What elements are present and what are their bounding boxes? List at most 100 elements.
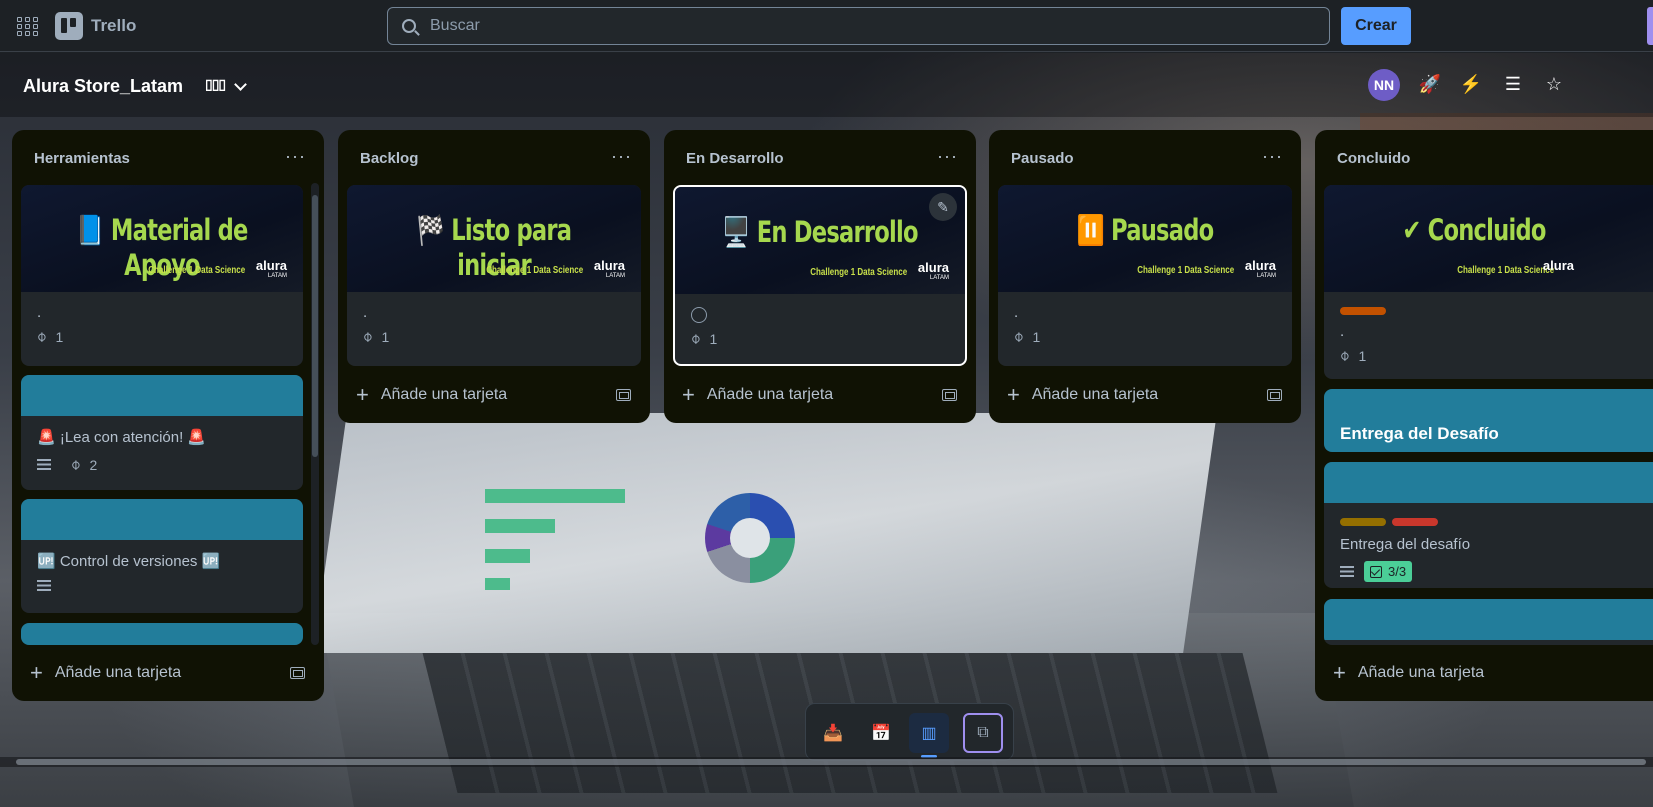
paperclip-icon: ⌀ [686,329,704,347]
plus-icon: + [682,382,695,407]
add-card-button[interactable]: + Añade una tarjeta [30,660,182,685]
list-menu-icon[interactable]: ··· [285,146,306,167]
card-title: . [1340,323,1345,340]
search-input[interactable] [430,17,1310,35]
trello-logo[interactable]: Trello [55,12,136,40]
card-entrega-del-desafio-cover[interactable]: Entrega del Desafío [1324,389,1653,452]
list-title[interactable]: Pausado [1011,150,1074,167]
add-card-label: Añade una tarjeta [1357,664,1485,681]
plus-icon: + [356,382,369,407]
card-entrega-del-desafio[interactable]: Entrega del desafío 3/3 [1324,462,1653,588]
top-navigation-bar: Trello Crear [0,0,1653,52]
description-icon [37,459,51,470]
cover-brand: alura LATAM [594,259,625,281]
app-name: Trello [91,16,137,35]
card-cover: 🖥️ En Desarrollo Challenge 1 Data Scienc… [675,187,965,294]
cover-brand: alura [1542,258,1574,273]
card-cover: ⏸️ Pausado Challenge 1 Data Science alur… [998,185,1292,292]
list-title[interactable]: En Desarrollo [686,150,784,167]
card-cover [21,499,303,540]
apps-grid-icon[interactable] [17,17,38,36]
search-bar[interactable] [387,7,1330,45]
cover-subtitle: Challenge 1 Data Science [810,267,907,278]
card-cover [21,623,303,645]
card-control-de-versiones[interactable]: 🆙 Control de versiones 🆙 [21,499,303,613]
card-partial[interactable] [21,623,303,645]
attachment-count: 1 [381,328,390,345]
card-template-icon[interactable] [1267,389,1282,401]
switch-boards-icon[interactable]: ⧉ [963,713,1003,753]
plus-icon: + [1333,660,1346,685]
card-pausado[interactable]: ⏸️ Pausado Challenge 1 Data Science alur… [998,185,1292,366]
cover-brand: alura LATAM [1245,259,1276,281]
list-title[interactable]: Backlog [360,150,418,167]
board-horizontal-scrollbar[interactable] [0,757,1653,767]
view-switcher: 📥 📅 ▥ ⧉ [805,703,1014,761]
list-title[interactable]: Concluido [1337,150,1410,167]
label-red[interactable] [1392,518,1439,526]
search-icon [402,19,416,33]
card-title: Entrega del Desafío [1340,424,1499,443]
list-menu-icon[interactable]: ··· [611,146,632,167]
plus-icon: + [1007,382,1020,407]
add-card-button[interactable]: + Añade una tarjeta [356,382,508,407]
star-icon[interactable]: ☆ [1543,73,1565,95]
edit-icon[interactable]: ✎ [929,193,957,221]
add-card-label: Añade una tarjeta [706,386,834,403]
list-menu-icon[interactable]: ··· [937,146,958,167]
card-cover: 📘 Material de Apoyo Challenge 1 Data Sci… [21,185,303,292]
card-cover: 🏁 Listo para iniciar Challenge 1 Data Sc… [347,185,641,292]
card-cover [1324,462,1653,503]
card-lea-con-atencion[interactable]: 🚨 ¡Lea con atención! 🚨 ⌀ 2 [21,375,303,490]
board-title[interactable]: Alura Store_Latam [23,76,183,97]
cover-brand: alura LATAM [256,259,287,281]
card-cover [1324,599,1653,640]
plus-icon: + [30,660,43,685]
board-icon[interactable]: ▥ [909,713,949,758]
lightning-icon[interactable]: ⚡ [1460,73,1482,95]
checklist-count: 3/3 [1388,564,1407,579]
cover-title: ⏸️ Pausado [1076,213,1215,247]
add-card-button[interactable]: + Añade una tarjeta [682,382,834,407]
add-card-button[interactable]: + Añade una tarjeta [1007,382,1158,407]
list-menu-icon[interactable]: ··· [1262,146,1283,167]
card-template-icon[interactable] [616,389,631,401]
card-title: Entrega del desafío [1340,536,1471,553]
complete-circle-icon[interactable] [691,307,707,324]
paperclip-icon: ⌀ [1335,346,1353,364]
brand-name: alura [1542,258,1574,273]
attachment-count: 2 [89,456,98,473]
add-card-label: Añade una tarjeta [380,386,508,403]
card-title: . [1014,304,1019,321]
inbox-icon[interactable]: 📥 [813,713,853,753]
attachment-count: 1 [1358,347,1367,364]
card-partial[interactable] [1324,599,1653,645]
notification-edge[interactable] [1647,7,1653,45]
card-material-de-apoyo[interactable]: 📘 Material de Apoyo Challenge 1 Data Sci… [21,185,303,366]
card-title: . [37,304,42,321]
card-cover: ✔ Concluido Challenge 1 Data Science alu… [1324,185,1653,292]
rocket-icon[interactable]: 🚀 [1419,73,1441,95]
chevron-down-icon[interactable] [234,78,247,91]
list-title[interactable]: Herramientas [34,150,130,167]
avatar[interactable]: NN [1368,69,1400,101]
cover-title: ✔ Concluido [1402,213,1546,247]
list-concluido: Concluido ✔ Concluido Challenge 1 Data S… [1315,130,1653,701]
filter-icon[interactable]: ☰ [1502,73,1524,95]
list-scrollbar[interactable] [311,183,319,645]
card-listo-para-iniciar[interactable]: 🏁 Listo para iniciar Challenge 1 Data Sc… [347,185,641,366]
board-view-icon[interactable]: ▯▯▯ [205,76,226,93]
attachment-count: 1 [1032,328,1041,345]
card-cover [21,375,303,416]
card-en-desarrollo[interactable]: 🖥️ En Desarrollo Challenge 1 Data Scienc… [673,185,967,366]
cover-subtitle: Challenge 1 Data Science [1457,265,1554,276]
label-orange[interactable] [1340,307,1386,315]
add-card-button[interactable]: + Añade una tarjeta [1333,660,1485,685]
add-card-label: Añade una tarjeta [54,664,182,681]
card-concluido[interactable]: ✔ Concluido Challenge 1 Data Science alu… [1324,185,1653,379]
card-template-icon[interactable] [942,389,957,401]
create-button[interactable]: Crear [1341,7,1411,45]
card-template-icon[interactable] [290,667,305,679]
calendar-icon[interactable]: 📅 [861,713,901,753]
label-yellow[interactable] [1340,518,1386,526]
